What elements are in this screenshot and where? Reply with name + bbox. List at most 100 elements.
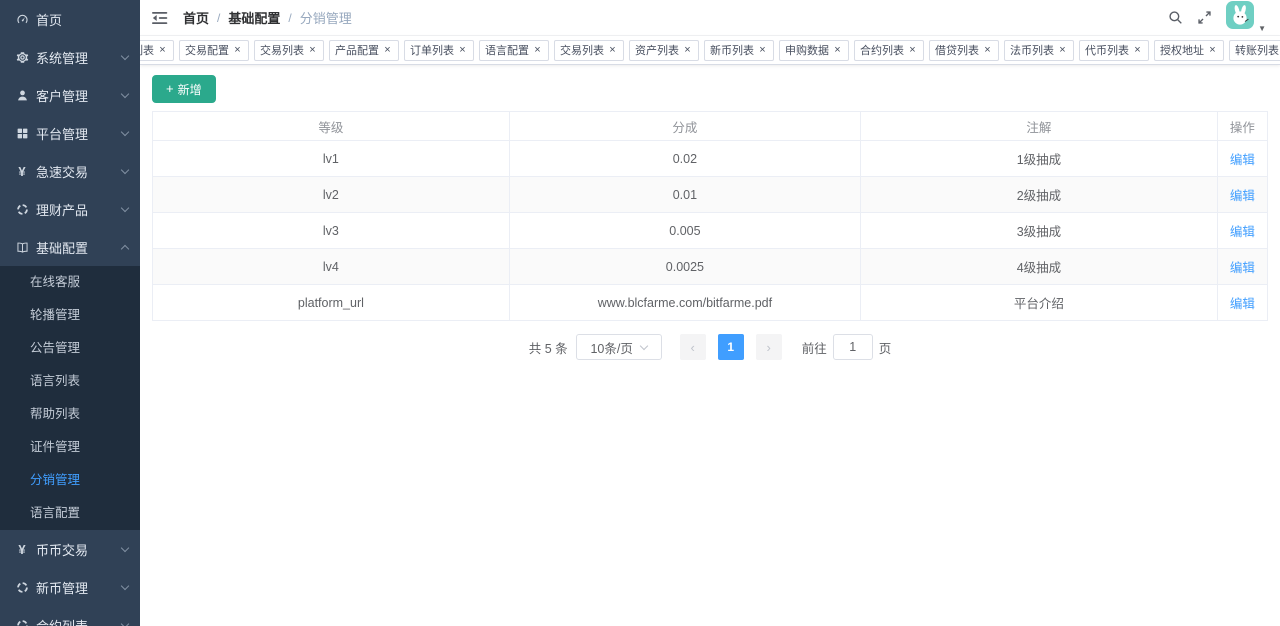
tab-授权地址[interactable]: 授权地址× (1154, 40, 1224, 61)
cell-ratio: 0.02 (509, 141, 860, 177)
cell-note: 1级抽成 (861, 141, 1218, 177)
current-page-button[interactable]: 1 (718, 334, 744, 360)
close-icon[interactable]: × (682, 45, 693, 56)
sidebar-item-system[interactable]: 系统管理 (0, 38, 140, 76)
sidebar-item-label: 急速交易 (36, 162, 88, 181)
tab-申购数据[interactable]: 申购数据× (779, 40, 849, 61)
book-icon (14, 241, 30, 254)
sidebar-item-finance[interactable]: 理财产品 (0, 190, 140, 228)
goto-page-input[interactable] (833, 334, 873, 360)
tab-交易列表[interactable]: 交易列表× (254, 40, 324, 61)
close-icon[interactable]: × (907, 45, 918, 56)
tab-资产列表[interactable]: 资产列表× (629, 40, 699, 61)
pagination-total: 共 5 条 (529, 338, 568, 357)
add-button[interactable]: + 新增 (152, 75, 216, 103)
tab-转账列表[interactable]: 转账列表× (1229, 40, 1280, 61)
chevron-down-icon (121, 581, 129, 589)
close-icon[interactable]: × (232, 45, 243, 56)
chevron-down-icon (121, 51, 129, 59)
hamburger-icon[interactable] (152, 11, 169, 25)
ring-icon (14, 581, 30, 594)
grid-icon (14, 127, 30, 140)
tab-法币列表[interactable]: 法币列表× (1004, 40, 1074, 61)
cell-ratio: 0.005 (509, 213, 860, 249)
sidebar-item-platform[interactable]: 平台管理 (0, 114, 140, 152)
tab-产品配置[interactable]: 产品配置× (329, 40, 399, 61)
sidebar-subitem[interactable]: 帮助列表 (0, 398, 140, 431)
sidebar-item-label: 新币管理 (36, 578, 88, 597)
sidebar-item-contract-list[interactable]: 合约列表 (0, 606, 140, 626)
close-icon[interactable]: × (1207, 45, 1218, 56)
sidebar-subitem[interactable]: 语言列表 (0, 365, 140, 398)
sidebar-item-coin-trade[interactable]: ¥币币交易 (0, 530, 140, 568)
tab-列表[interactable]: 列表× (140, 40, 174, 61)
cell-note: 4级抽成 (861, 249, 1218, 285)
breadcrumb-basic-config[interactable]: 基础配置 (228, 8, 280, 27)
close-icon[interactable]: × (457, 45, 468, 56)
chevron-down-icon (121, 619, 129, 626)
sidebar-subitem[interactable]: 轮播管理 (0, 299, 140, 332)
distribution-table: 等级分成注解操作 lv10.021级抽成编辑lv20.012级抽成编辑lv30.… (152, 111, 1268, 321)
close-icon[interactable]: × (307, 45, 318, 56)
tab-订单列表[interactable]: 订单列表× (404, 40, 474, 61)
close-icon[interactable]: × (1057, 45, 1068, 56)
sidebar-subitem[interactable]: 语言配置 (0, 497, 140, 530)
sidebar-item-label: 首页 (36, 10, 62, 29)
edit-link[interactable]: 编辑 (1230, 189, 1255, 203)
next-page-button[interactable]: › (756, 334, 782, 360)
tab-label: 借贷列表 (935, 42, 979, 58)
user-menu[interactable]: ▼ (1226, 1, 1266, 34)
chevron-down-icon (121, 127, 129, 135)
chevron-down-icon (121, 203, 129, 211)
yen-icon: ¥ (14, 165, 30, 178)
close-icon[interactable]: × (982, 45, 993, 56)
breadcrumb-home[interactable]: 首页 (183, 8, 209, 27)
sidebar-item-label: 系统管理 (36, 48, 88, 67)
edit-link[interactable]: 编辑 (1230, 261, 1255, 275)
cell-note: 3级抽成 (861, 213, 1218, 249)
table-header-row: 等级分成注解操作 (153, 112, 1268, 141)
tab-label: 申购数据 (785, 42, 829, 58)
edit-link[interactable]: 编辑 (1230, 225, 1255, 239)
close-icon[interactable]: × (157, 45, 168, 56)
sidebar-item-express-trade[interactable]: ¥ 急速交易 (0, 152, 140, 190)
close-icon[interactable]: × (1132, 45, 1143, 56)
tab-新币列表[interactable]: 新币列表× (704, 40, 774, 61)
tab-交易配置[interactable]: 交易配置× (179, 40, 249, 61)
main-area: 首页 / 基础配置 / 分销管理 (140, 0, 1280, 626)
sidebar-subitem[interactable]: 证件管理 (0, 431, 140, 464)
dashboard-icon (14, 13, 30, 26)
goto-page: 前往 页 (802, 334, 892, 360)
sidebar-item-home[interactable]: 首页 (0, 0, 140, 38)
sidebar-subitem[interactable]: 公告管理 (0, 332, 140, 365)
search-icon[interactable] (1168, 10, 1183, 25)
plus-icon: + (166, 83, 174, 95)
sidebar-subitem[interactable]: 分销管理 (0, 464, 140, 497)
tab-语言配置[interactable]: 语言配置× (479, 40, 549, 61)
edit-link[interactable]: 编辑 (1230, 297, 1255, 311)
table-row: lv20.012级抽成编辑 (153, 177, 1268, 213)
sidebar-item-basic-config[interactable]: 基础配置 (0, 228, 140, 266)
close-icon[interactable]: × (532, 45, 543, 56)
avatar[interactable] (1226, 1, 1254, 34)
fullscreen-icon[interactable] (1197, 10, 1212, 25)
page-size-select[interactable]: 10条/页 (576, 334, 662, 360)
cell-ratio: 0.0025 (509, 249, 860, 285)
sidebar-item-customer[interactable]: 客户管理 (0, 76, 140, 114)
tab-借贷列表[interactable]: 借贷列表× (929, 40, 999, 61)
close-icon[interactable]: × (757, 45, 768, 56)
tab-合约列表[interactable]: 合约列表× (854, 40, 924, 61)
tab-代币列表[interactable]: 代币列表× (1079, 40, 1149, 61)
close-icon[interactable]: × (382, 45, 393, 56)
ring-icon (14, 619, 30, 626)
close-icon[interactable]: × (832, 45, 843, 56)
prev-page-button[interactable]: ‹ (680, 334, 706, 360)
edit-link[interactable]: 编辑 (1230, 153, 1255, 167)
chevron-down-icon (121, 165, 129, 173)
sidebar-item-new-coin[interactable]: 新币管理 (0, 568, 140, 606)
close-icon[interactable]: × (607, 45, 618, 56)
tab-交易列表[interactable]: 交易列表× (554, 40, 624, 61)
tab-label: 授权地址 (1160, 42, 1204, 58)
sidebar-item-label: 理财产品 (36, 200, 88, 219)
sidebar-subitem[interactable]: 在线客服 (0, 266, 140, 299)
